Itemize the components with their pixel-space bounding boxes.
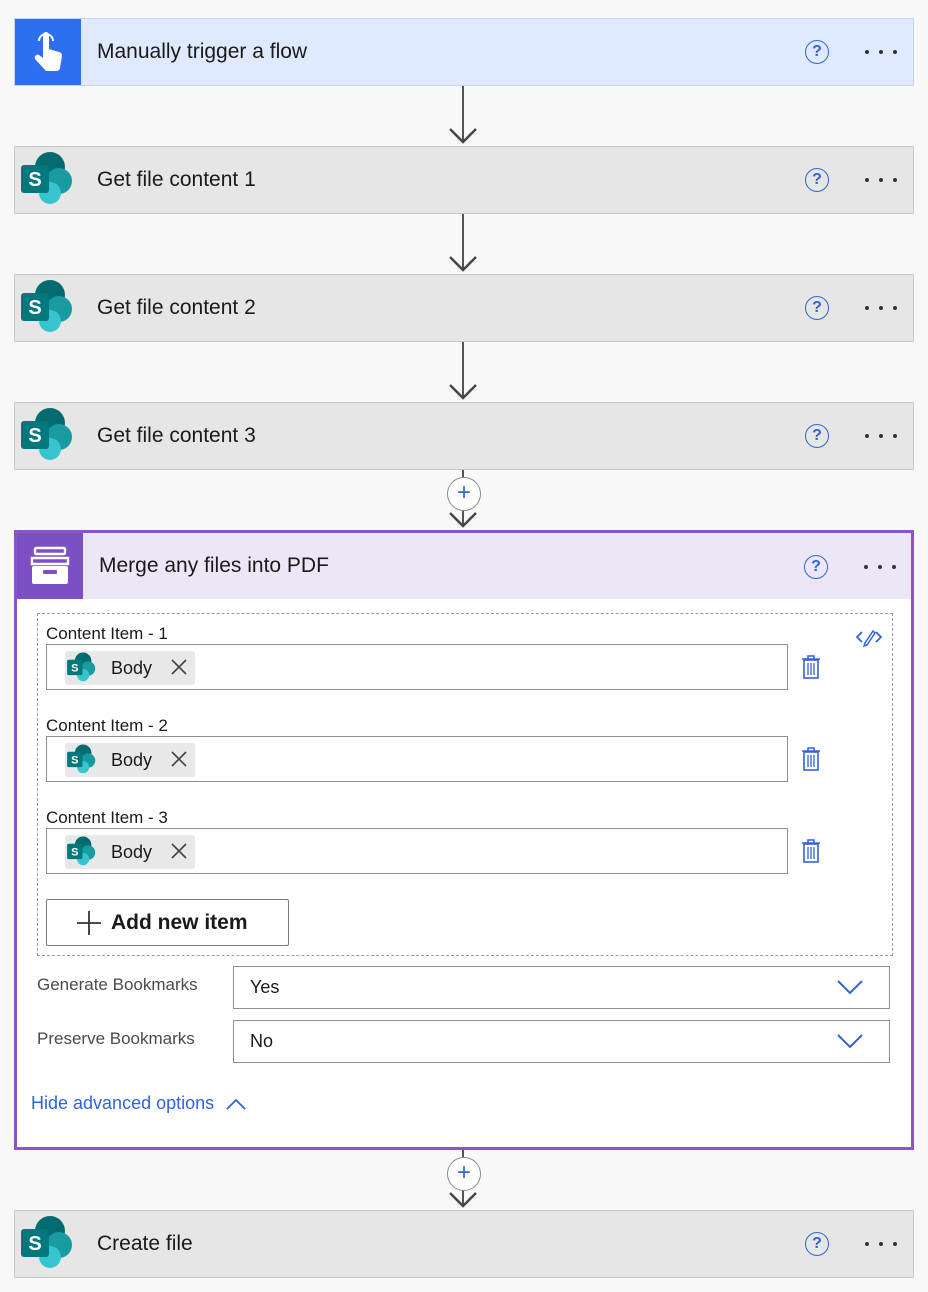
chevron-down-icon <box>837 1034 863 1049</box>
sharepoint-icon <box>65 651 99 685</box>
help-icon[interactable]: ? <box>805 1232 829 1256</box>
arrow-down-icon <box>449 512 477 528</box>
chevron-down-icon <box>837 980 863 995</box>
merge-header[interactable]: Merge any files into PDF ? <box>17 533 911 599</box>
token-label: Body <box>111 749 153 770</box>
arrow-down-icon <box>449 128 477 144</box>
more-icon[interactable] <box>861 298 901 318</box>
add-new-item-label: Add new item <box>111 910 248 934</box>
help-icon[interactable]: ? <box>804 555 828 579</box>
dynamic-content-token[interactable]: Body <box>65 651 195 685</box>
plus-icon <box>77 910 101 935</box>
edit-code-icon[interactable] <box>856 626 882 648</box>
step-merge-files-into-pdf[interactable]: Merge any files into PDF ? Content Item … <box>14 530 914 1150</box>
sharepoint-icon <box>15 147 81 213</box>
sharepoint-icon <box>65 835 99 869</box>
chevron-up-icon <box>226 1098 246 1110</box>
content-item-label: Content Item - 1 <box>46 624 168 643</box>
insert-step-plus-button[interactable]: + <box>447 477 481 511</box>
step-title: Manually trigger a flow <box>97 40 308 63</box>
select-value: Yes <box>250 977 280 997</box>
close-icon[interactable] <box>169 749 189 769</box>
content-item-label: Content Item - 3 <box>46 808 168 827</box>
step-get-file-content-1[interactable]: Get file content 1 ? <box>14 146 914 214</box>
add-new-item-button[interactable]: Add new item <box>46 899 289 946</box>
more-icon[interactable] <box>861 426 901 446</box>
select-value: No <box>250 1031 274 1051</box>
generate-bookmarks-label: Generate Bookmarks <box>37 975 198 994</box>
help-icon[interactable]: ? <box>805 296 829 320</box>
sharepoint-icon <box>65 743 99 777</box>
help-icon[interactable]: ? <box>805 424 829 448</box>
sharepoint-icon <box>15 1211 81 1277</box>
help-icon[interactable]: ? <box>805 40 829 64</box>
hide-advanced-options-link[interactable]: Hide advanced options <box>31 1093 246 1114</box>
more-icon[interactable] <box>861 42 901 62</box>
preserve-bookmarks-select[interactable]: No <box>233 1020 890 1063</box>
arrow-down-icon <box>449 1192 477 1208</box>
close-icon[interactable] <box>169 841 189 861</box>
sharepoint-icon <box>15 403 81 469</box>
step-title: Merge any files into PDF <box>99 554 329 577</box>
more-icon[interactable] <box>861 1234 901 1254</box>
trash-icon[interactable] <box>800 838 822 864</box>
more-icon[interactable] <box>861 170 901 190</box>
hide-advanced-options-label: Hide advanced options <box>31 1093 215 1113</box>
preserve-bookmarks-label: Preserve Bookmarks <box>37 1029 195 1048</box>
trash-icon[interactable] <box>800 746 822 772</box>
content-item-label: Content Item - 2 <box>46 716 168 735</box>
step-create-file[interactable]: Create file ? <box>14 1210 914 1278</box>
content-items-array: Content Item - 1 Body Content Item - 2 B… <box>37 613 893 956</box>
step-title: Get file content 2 <box>97 296 256 319</box>
arrow-down-icon <box>449 384 477 400</box>
step-get-file-content-2[interactable]: Get file content 2 ? <box>14 274 914 342</box>
token-label: Body <box>111 841 153 862</box>
step-title: Get file content 1 <box>97 168 256 191</box>
step-title: Get file content 3 <box>97 424 256 447</box>
more-icon[interactable] <box>860 557 900 577</box>
dynamic-content-token[interactable]: Body <box>65 835 195 869</box>
content-item-input[interactable]: Body <box>46 736 788 782</box>
help-icon[interactable]: ? <box>805 168 829 192</box>
arrow-down-icon <box>449 256 477 272</box>
hand-pointer-icon <box>15 19 81 85</box>
close-icon[interactable] <box>169 657 189 677</box>
sharepoint-icon <box>15 275 81 341</box>
step-title: Create file <box>97 1232 193 1255</box>
content-item-input[interactable]: Body <box>46 644 788 690</box>
insert-step-plus-button[interactable]: + <box>447 1157 481 1191</box>
trash-icon[interactable] <box>800 654 822 680</box>
dynamic-content-token[interactable]: Body <box>65 743 195 777</box>
token-label: Body <box>111 657 153 678</box>
step-manually-trigger[interactable]: Manually trigger a flow ? <box>14 18 914 86</box>
content-item-input[interactable]: Body <box>46 828 788 874</box>
step-get-file-content-3[interactable]: Get file content 3 ? <box>14 402 914 470</box>
cabinet-icon <box>17 533 83 599</box>
generate-bookmarks-select[interactable]: Yes <box>233 966 890 1009</box>
